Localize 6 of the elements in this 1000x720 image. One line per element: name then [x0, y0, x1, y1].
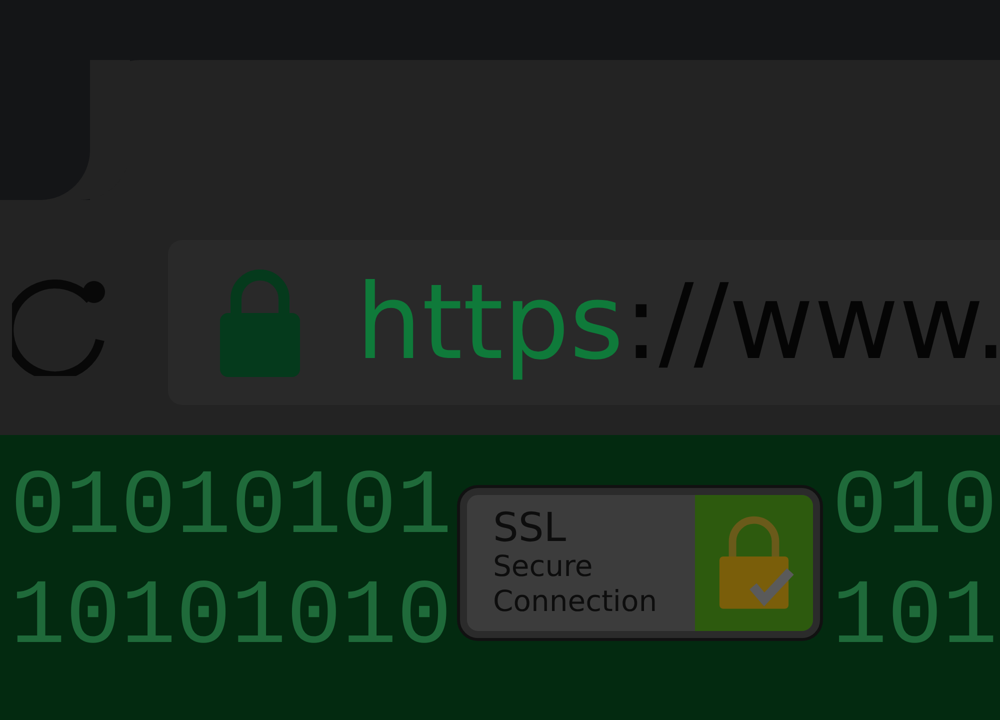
- reload-icon: [12, 280, 105, 376]
- binary-text: 101: [831, 572, 998, 664]
- binary-text: 01010101: [10, 462, 452, 554]
- padlock-icon: [220, 268, 300, 376]
- binary-text: 010: [831, 462, 998, 554]
- binary-text: 10101010: [10, 572, 452, 664]
